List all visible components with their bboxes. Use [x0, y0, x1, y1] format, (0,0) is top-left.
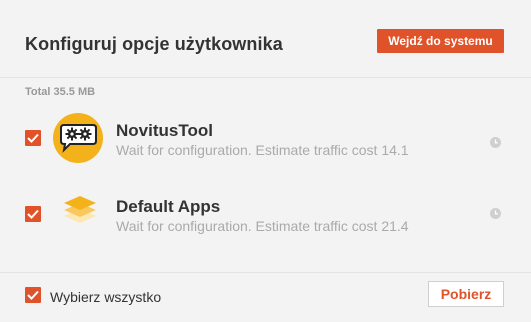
footer-divider [0, 272, 531, 273]
page-title: Konfiguruj opcje użytkownika [25, 34, 283, 54]
layers-icon [64, 196, 96, 223]
dialog-header: Konfiguruj opcje użytkownika Wejdź do sy… [0, 0, 531, 78]
download-button[interactable]: Pobierz [428, 281, 504, 307]
checkmark-icon [27, 290, 39, 300]
checkmark-icon [27, 209, 39, 219]
app-description: Wait for configuration. Estimate traffic… [116, 218, 409, 234]
enter-system-button[interactable]: Wejdź do systemu [377, 29, 504, 53]
app-checkbox-novitustool[interactable] [25, 130, 41, 146]
app-checkbox-default-apps[interactable] [25, 206, 41, 222]
select-all-checkbox[interactable] [25, 287, 41, 303]
clock-icon [490, 208, 501, 219]
select-all-label[interactable]: Wybierz wszystko [50, 289, 161, 305]
gears-chat-icon [53, 113, 103, 163]
checkmark-icon [27, 133, 39, 143]
app-name: NovitusTool [116, 121, 213, 140]
total-size: Total 35.5 MB [25, 86, 96, 98]
app-description: Wait for configuration. Estimate traffic… [116, 142, 409, 158]
clock-icon [490, 137, 501, 148]
app-name: Default Apps [116, 197, 221, 216]
